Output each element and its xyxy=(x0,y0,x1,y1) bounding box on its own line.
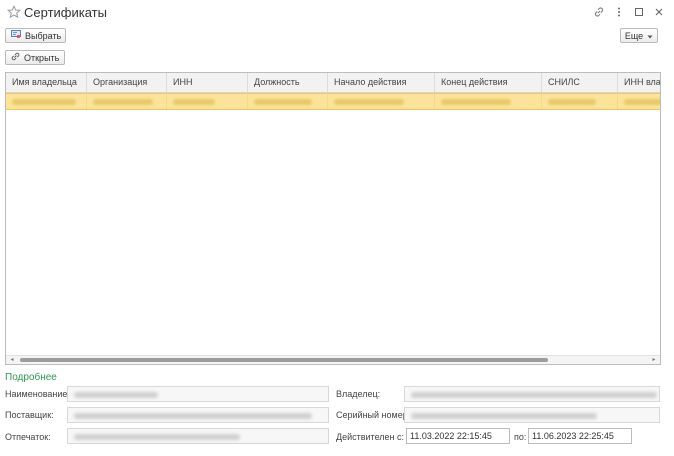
table-row[interactable] xyxy=(6,93,660,110)
owner-label: Владелец: xyxy=(336,389,381,399)
caret-down-icon xyxy=(647,31,653,41)
window-title: Сертификаты xyxy=(24,5,107,20)
owner-field[interactable] xyxy=(404,386,660,402)
open-button-label: Открыть xyxy=(24,52,60,63)
supplier-label: Поставщик: xyxy=(5,410,54,420)
column-position[interactable]: Должность xyxy=(248,73,328,93)
link-icon[interactable] xyxy=(592,5,606,19)
certificate-icon xyxy=(11,30,21,41)
name-label: Наименование: xyxy=(5,389,70,399)
cell-valid-to xyxy=(435,94,542,109)
valid-from-label: Действителен с: xyxy=(336,432,405,442)
certificates-table[interactable]: Имя владельца Организация ИНН Должность … xyxy=(5,72,661,365)
more-vertical-icon[interactable] xyxy=(612,5,626,19)
scroll-right-icon[interactable]: ▸ xyxy=(649,356,659,364)
valid-from-field[interactable]: 11.03.2022 22:15:45 xyxy=(406,428,510,444)
select-button[interactable]: Выбрать xyxy=(5,28,66,43)
table-header: Имя владельца Организация ИНН Должность … xyxy=(6,73,660,93)
column-inn[interactable]: ИНН xyxy=(167,73,248,93)
cell-inn xyxy=(167,94,248,109)
open-button[interactable]: Открыть xyxy=(5,50,65,65)
open-link-icon xyxy=(11,52,20,63)
thumbprint-field[interactable] xyxy=(67,428,329,444)
valid-to-field[interactable]: 11.06.2023 22:25:45 xyxy=(528,428,632,444)
cell-owner-inn xyxy=(618,94,660,109)
close-icon[interactable] xyxy=(652,5,666,19)
valid-to-label: по: xyxy=(514,432,527,442)
details-section-title: Подробнее xyxy=(5,372,57,383)
column-valid-from[interactable]: Начало действия xyxy=(328,73,435,93)
name-field[interactable] xyxy=(67,386,329,402)
maximize-icon[interactable] xyxy=(632,5,646,19)
cell-position xyxy=(248,94,328,109)
column-owner-name[interactable]: Имя владельца xyxy=(6,73,87,93)
cell-owner-name xyxy=(6,94,87,109)
thumbprint-label: Отпечаток: xyxy=(5,432,51,442)
cell-snils xyxy=(542,94,618,109)
column-owner-inn[interactable]: ИНН владельца xyxy=(618,73,660,93)
horizontal-scrollbar[interactable]: ◂ ▸ xyxy=(6,355,660,364)
cell-organization xyxy=(87,94,167,109)
more-button[interactable]: Еще xyxy=(620,28,658,43)
scroll-left-icon[interactable]: ◂ xyxy=(7,356,17,364)
scrollbar-thumb[interactable] xyxy=(20,358,548,362)
favorite-star-icon[interactable] xyxy=(6,4,22,19)
column-snils[interactable]: СНИЛС xyxy=(542,73,618,93)
select-button-label: Выбрать xyxy=(25,30,62,41)
supplier-field[interactable] xyxy=(67,407,329,423)
more-button-label: Еще xyxy=(624,30,644,41)
column-valid-to[interactable]: Конец действия xyxy=(435,73,542,93)
serial-number-field[interactable] xyxy=(404,407,660,423)
serial-number-label: Серийный номер: xyxy=(336,410,411,420)
column-organization[interactable]: Организация xyxy=(87,73,167,93)
cell-valid-from xyxy=(328,94,435,109)
